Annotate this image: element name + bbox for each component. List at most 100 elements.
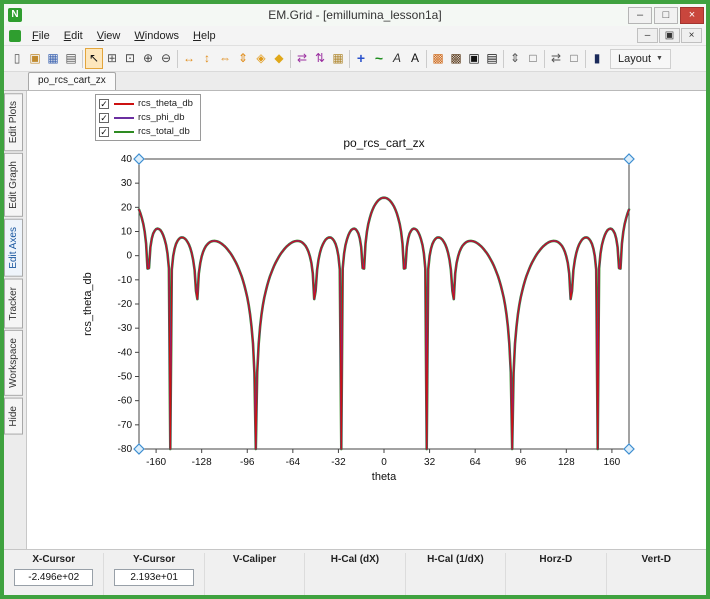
legend-checkbox-rcs_theta_db[interactable]: ✓ bbox=[99, 99, 109, 109]
x-axis-label: theta bbox=[372, 471, 397, 483]
mdi-close-button[interactable]: × bbox=[681, 28, 702, 43]
y-tick-label: -60 bbox=[118, 396, 133, 407]
statusbar-label: Y-Cursor bbox=[104, 553, 203, 567]
image-dark-button[interactable]: ▩ bbox=[447, 48, 465, 69]
window-close-button[interactable]: × bbox=[680, 7, 704, 24]
legend-checkbox-rcs_phi_db[interactable]: ✓ bbox=[99, 113, 109, 123]
app-window: N EM.Grid - [emillumina_lesson1a] – □ × … bbox=[0, 0, 710, 599]
toolbar: ▯▣▦▤↖⊞⊡⊕⊖↔↕⇔⇕◈◆⇄⇅▦+~AA▩▩▣▤⇕□⇄□▮Layout▼ bbox=[4, 46, 706, 72]
sidebar-tab-hide[interactable]: Hide bbox=[4, 398, 23, 435]
toolbar-separator bbox=[290, 50, 291, 68]
axis-expand-x-button[interactable]: ⇄ bbox=[547, 48, 565, 69]
grid-toggle-button[interactable]: ▦ bbox=[329, 48, 347, 69]
series-rcs_total_db-line bbox=[139, 198, 629, 449]
axis-lock-x-button[interactable]: □ bbox=[565, 48, 583, 69]
sidebar-tab-edit-graph[interactable]: Edit Graph bbox=[4, 153, 23, 217]
statusbar-label: H-Cal (1/dX) bbox=[406, 553, 505, 567]
y-tick-label: -30 bbox=[118, 323, 133, 334]
y-tick-label: -40 bbox=[118, 347, 133, 358]
text-italic-button[interactable]: A bbox=[388, 48, 406, 69]
y-tick-label: 40 bbox=[121, 154, 133, 165]
x-tick-label: 64 bbox=[470, 457, 482, 468]
mdi-minimize-button[interactable]: – bbox=[637, 28, 658, 43]
stretch-y-button[interactable]: ⇕ bbox=[234, 48, 252, 69]
select-cursor-button[interactable]: ↖ bbox=[85, 48, 103, 69]
resize-handle-bottom-left[interactable] bbox=[134, 444, 144, 454]
statusbar-col-y-cursor: Y-Cursor2.193e+01 bbox=[104, 553, 204, 595]
y-tick-label: -10 bbox=[118, 275, 133, 286]
resize-handle-bottom-right[interactable] bbox=[624, 444, 634, 454]
legend-item-rcs_phi_db: ✓ rcs_phi_db bbox=[99, 111, 193, 124]
zoom-out-button[interactable]: ⊖ bbox=[157, 48, 175, 69]
sidebar-tab-edit-plots[interactable]: Edit Plots bbox=[4, 93, 23, 151]
zoom-extents-button[interactable]: ◈ bbox=[252, 48, 270, 69]
window-minimize-button[interactable]: – bbox=[628, 7, 652, 24]
axis-expand-y-button[interactable]: ⇕ bbox=[506, 48, 524, 69]
document-tabbar: po_rcs_cart_zx bbox=[4, 72, 706, 91]
toolbar-separator bbox=[426, 50, 427, 68]
x-tick-label: 0 bbox=[381, 457, 387, 468]
resize-handle-top-left[interactable] bbox=[134, 154, 144, 164]
save-button[interactable]: ▦ bbox=[44, 48, 62, 69]
menu-file[interactable]: File bbox=[25, 28, 57, 44]
tab-po-rcs-cart-zx[interactable]: po_rcs_cart_zx bbox=[28, 72, 116, 90]
mdi-restore-button[interactable]: ▣ bbox=[659, 28, 680, 43]
add-marker-button[interactable]: + bbox=[352, 48, 370, 69]
legend-line-sample bbox=[114, 103, 134, 105]
scale-y-button[interactable]: ↕ bbox=[198, 48, 216, 69]
layout-dropdown[interactable]: Layout▼ bbox=[610, 49, 671, 69]
sidebar: Edit Plots Edit Graph Edit Axes TrackerWork… bbox=[4, 91, 26, 549]
statusbar-col-x-cursor: X-Cursor -2.496e+02 bbox=[4, 553, 104, 595]
colormap-button[interactable]: ▮ bbox=[588, 48, 606, 69]
mdi-child-icon bbox=[9, 30, 21, 42]
stretch-x-button[interactable]: ⇔ bbox=[216, 48, 234, 69]
zoom-in-button[interactable]: ⊕ bbox=[139, 48, 157, 69]
series-rcs_theta_db-line bbox=[139, 198, 629, 449]
sidebar-tab-edit-axes[interactable]: Edit Axes bbox=[4, 219, 23, 277]
image-map-button[interactable]: ▩ bbox=[429, 48, 447, 69]
contour-b-button[interactable]: ▤ bbox=[483, 48, 501, 69]
statusbar-col-h-cal-1-dx-: H-Cal (1/dX) bbox=[406, 553, 506, 595]
window-maximize-button[interactable]: □ bbox=[654, 7, 678, 24]
legend-label: rcs_theta_db bbox=[138, 98, 193, 109]
axis-lock-y-button[interactable]: □ bbox=[524, 48, 542, 69]
x-tick-label: 96 bbox=[515, 457, 527, 468]
add-curve-button[interactable]: ~ bbox=[370, 48, 388, 69]
menu-windows[interactable]: Windows bbox=[127, 28, 186, 44]
text-label-button[interactable]: A bbox=[406, 48, 424, 69]
y-tick-label: 20 bbox=[121, 202, 133, 213]
statusbar-label: H-Cal (dX) bbox=[305, 553, 404, 567]
new-file-button[interactable]: ▯ bbox=[8, 48, 26, 69]
legend-item-rcs_theta_db: ✓ rcs_theta_db bbox=[99, 97, 193, 110]
menu-edit[interactable]: Edit bbox=[57, 28, 90, 44]
sidebar-tab-tracker[interactable]: Tracker bbox=[4, 279, 23, 329]
legend-label: rcs_phi_db bbox=[138, 112, 184, 123]
statusbar-label: X-Cursor bbox=[4, 553, 103, 567]
app-icon: N bbox=[8, 8, 22, 22]
x-tick-label: 160 bbox=[604, 457, 621, 468]
x-tick-label: -96 bbox=[240, 457, 255, 468]
menu-view[interactable]: View bbox=[90, 28, 128, 44]
fit-data-button[interactable]: ◆ bbox=[270, 48, 288, 69]
statusbar-value: -2.496e+02 bbox=[14, 569, 93, 586]
statusbar: X-Cursor-2.496e+02Y-Cursor2.193e+01V-Cal… bbox=[4, 549, 706, 595]
menu-help[interactable]: Help bbox=[186, 28, 223, 44]
resize-handle-top-right[interactable] bbox=[624, 154, 634, 164]
statusbar-col-h-cal-dx-: H-Cal (dX) bbox=[305, 553, 405, 595]
menubar: FileEditViewWindowsHelp – ▣ × bbox=[4, 26, 706, 46]
pan-button[interactable]: ⊞ bbox=[103, 48, 121, 69]
plot-frame bbox=[139, 159, 629, 449]
legend-item-rcs_total_db: ✓rcs_total_db bbox=[99, 125, 193, 138]
x-tick-label: -32 bbox=[331, 457, 346, 468]
x-tick-label: -64 bbox=[286, 457, 301, 468]
y-tick-label: 10 bbox=[121, 227, 133, 238]
open-file-button[interactable]: ▣ bbox=[26, 48, 44, 69]
legend-checkbox-rcs_total_db[interactable]: ✓ bbox=[99, 127, 109, 137]
contour-a-button[interactable]: ▣ bbox=[465, 48, 483, 69]
sidebar-tab-workspace[interactable]: Workspace bbox=[4, 330, 23, 396]
scale-x-button[interactable]: ↔ bbox=[180, 48, 198, 69]
zoom-window-button[interactable]: ⊡ bbox=[121, 48, 139, 69]
shift-y-button[interactable]: ⇅ bbox=[311, 48, 329, 69]
shift-x-button[interactable]: ⇄ bbox=[293, 48, 311, 69]
print-button[interactable]: ▤ bbox=[62, 48, 80, 69]
